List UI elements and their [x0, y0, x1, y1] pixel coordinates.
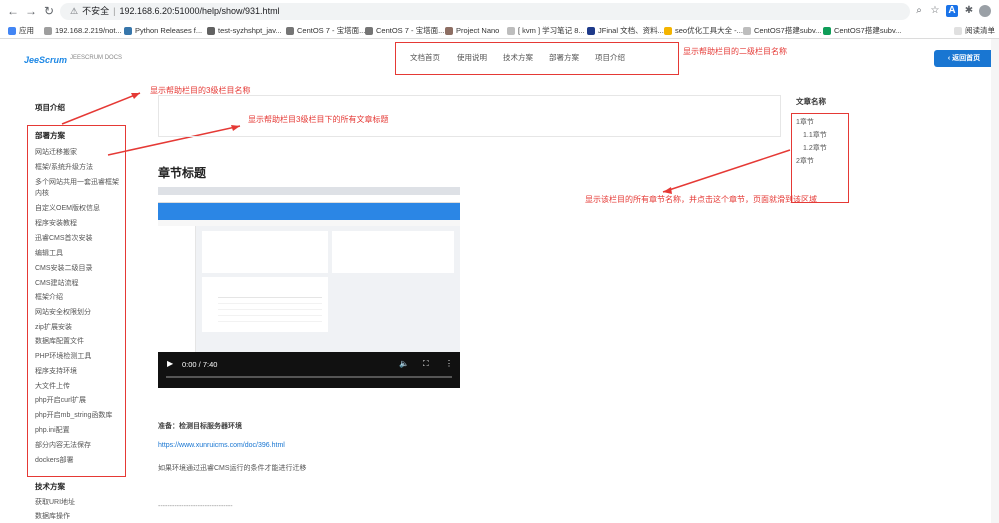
toc-item[interactable]: 1.1章节 [803, 130, 827, 140]
toc-item[interactable]: 2章节 [796, 156, 814, 166]
sidebar-item[interactable]: php开启mb_string函数库 [35, 411, 112, 420]
video-thumbnail [158, 187, 460, 352]
sidebar-item[interactable]: 数据库操作 [35, 512, 70, 521]
prep-heading: 准备：检测目标服务器环境 [158, 423, 242, 430]
sidebar-item[interactable]: zip扩展安装 [35, 323, 72, 332]
video-progress[interactable] [166, 376, 452, 378]
play-icon[interactable]: ▶ [167, 359, 173, 368]
toc-item[interactable]: 1章节 [796, 117, 814, 127]
fullscreen-icon[interactable]: ⛶ [423, 359, 429, 369]
sidebar-item[interactable]: 数据库配置文件 [35, 337, 84, 346]
sidebar-item[interactable]: 程序安装教程 [35, 219, 77, 228]
video-controls [158, 352, 460, 388]
arrow-level3 [61, 92, 141, 125]
sidebar-item[interactable]: CMS安装二级目录 [35, 264, 93, 273]
sidebar-item[interactable]: 内核 [35, 189, 49, 198]
sidebar-item[interactable]: 部分内容无法保存 [35, 441, 91, 450]
sidebar-section-deploy[interactable]: 部署方案 [35, 130, 65, 141]
sidebar-item[interactable]: 框架介绍 [35, 293, 63, 302]
annotation-chapters: 显示该栏目的所有章节名称，并点击这个章节，页面就滑到该区域 [585, 195, 817, 204]
article-list-box [158, 95, 781, 137]
divider: -------------------------------- [158, 503, 233, 510]
sidebar-item[interactable]: 编辑工具 [35, 249, 63, 258]
doc-link[interactable]: https://www.xunruicms.com/doc/396.html [158, 442, 285, 449]
volume-icon[interactable]: 🔈 [399, 359, 409, 368]
arrowhead [663, 187, 672, 194]
note-text: 如果环境通过迅睿CMS运行的条件才能进行迁移 [158, 465, 307, 472]
sidebar-item[interactable]: CMS建站流程 [35, 279, 79, 288]
sidebar-item[interactable]: 自定义OEM版权信息 [35, 204, 100, 213]
sidebar-item[interactable]: 多个网站共用一套迅睿框架 [35, 178, 119, 187]
toc-title: 文章名称 [796, 97, 826, 106]
sidebar-item[interactable]: 框架/系统升级方法 [35, 163, 93, 172]
sidebar-section-tech[interactable]: 技术方案 [35, 481, 65, 492]
sidebar-item[interactable]: php开启curl扩展 [35, 396, 86, 405]
scrollbar[interactable] [991, 39, 999, 523]
more-options-icon[interactable]: ⋮ [445, 359, 453, 368]
sidebar-item[interactable]: PHP环境检测工具 [35, 352, 91, 361]
video-player[interactable]: ▶ 0:00 / 7:40 🔈 ⛶ ⋮ [158, 187, 460, 388]
video-time: 0:00 / 7:40 [182, 360, 218, 369]
arrow-chapters [662, 149, 791, 193]
sidebar-section-intro[interactable]: 项目介绍 [35, 102, 65, 113]
sidebar-item[interactable]: 迅睿CMS首次安装 [35, 234, 93, 243]
sidebar-item[interactable]: 程序支持环境 [35, 367, 77, 376]
chapter-title: 章节标题 [158, 166, 207, 180]
sidebar-item[interactable]: 获取URI地址 [35, 498, 75, 507]
toc-item[interactable]: 1.2章节 [803, 143, 827, 153]
sidebar-item[interactable]: 网站迁移搬家 [35, 148, 77, 157]
annotation-arrows [61, 92, 791, 194]
sidebar-item[interactable]: 网站安全权限划分 [35, 308, 91, 317]
sidebar-item[interactable]: php.ini配置 [35, 426, 70, 435]
sidebar-item[interactable]: 大文件上传 [35, 382, 70, 391]
sidebar-item[interactable]: dockers部署 [35, 456, 74, 465]
